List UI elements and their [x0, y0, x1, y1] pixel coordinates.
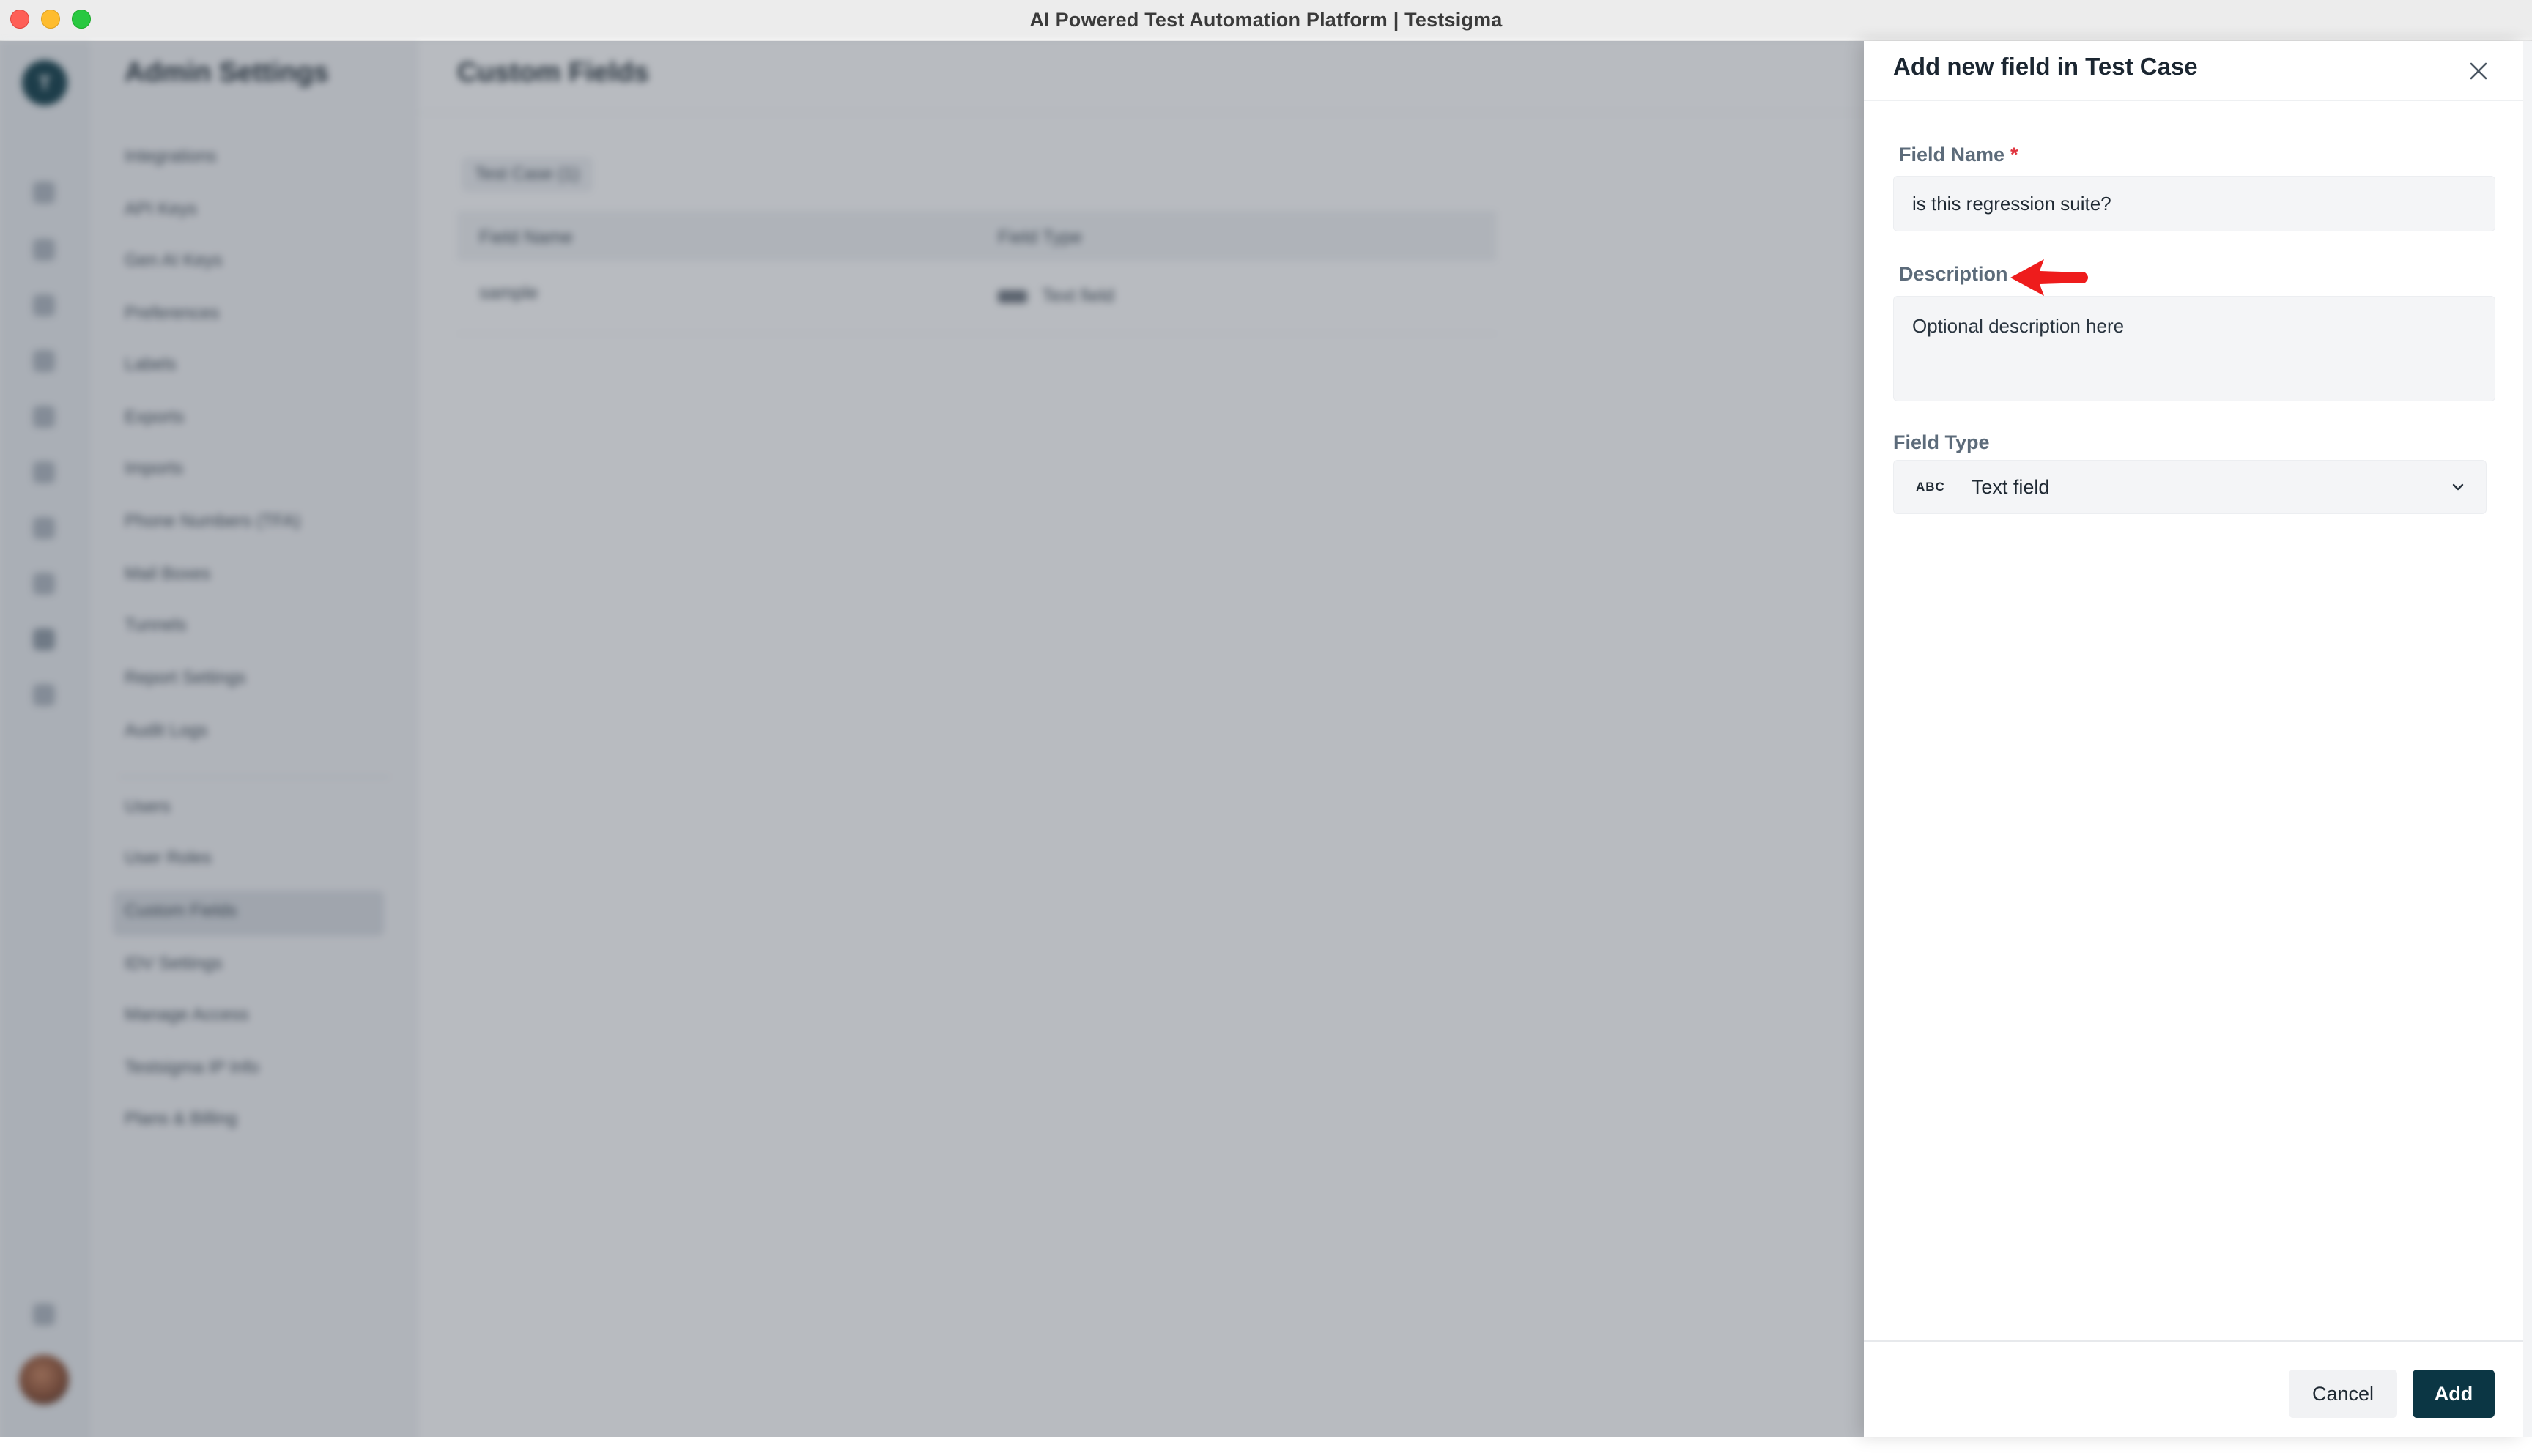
maximize-window-button[interactable]	[72, 10, 91, 29]
window-bottom-edge	[0, 1437, 2532, 1456]
field-name-input[interactable]	[1893, 176, 2495, 231]
close-window-button[interactable]	[10, 10, 29, 29]
minimize-window-button[interactable]	[41, 10, 60, 29]
field-type-select[interactable]: ABC Text field	[1893, 460, 2487, 514]
cancel-button[interactable]: Cancel	[2289, 1370, 2397, 1418]
drawer-title: Add new field in Test Case	[1893, 53, 2198, 80]
abc-text-type-icon: ABC	[1916, 480, 1945, 494]
drawer-footer: Cancel Add	[1864, 1340, 2523, 1437]
required-marker: *	[2010, 144, 2018, 166]
chevron-down-icon	[2452, 483, 2464, 491]
drawer-scroll-edge	[2523, 41, 2532, 1437]
field-name-label: Field Name *	[1899, 144, 2018, 166]
add-field-drawer: Add new field in Test Case Field Name* D…	[1864, 41, 2523, 1437]
annotation-arrow-icon	[2010, 259, 2088, 296]
description-textarea[interactable]	[1893, 296, 2495, 401]
window-controls	[10, 10, 91, 29]
field-type-selected-value: Text field	[1971, 475, 2050, 498]
drawer-header: Add new field in Test Case	[1864, 41, 2523, 101]
close-drawer-button[interactable]	[2460, 53, 2497, 89]
close-icon	[2470, 62, 2487, 80]
window-titlebar: AI Powered Test Automation Platform | Te…	[0, 0, 2532, 41]
modal-backdrop[interactable]	[0, 41, 1864, 1437]
field-name-label-text: Field Name	[1899, 144, 2005, 166]
description-label: Description	[1899, 263, 2008, 285]
window-title: AI Powered Test Automation Platform | Te…	[1029, 9, 1503, 31]
add-button[interactable]: Add	[2413, 1370, 2495, 1418]
field-type-label: Field Type	[1893, 431, 1990, 453]
